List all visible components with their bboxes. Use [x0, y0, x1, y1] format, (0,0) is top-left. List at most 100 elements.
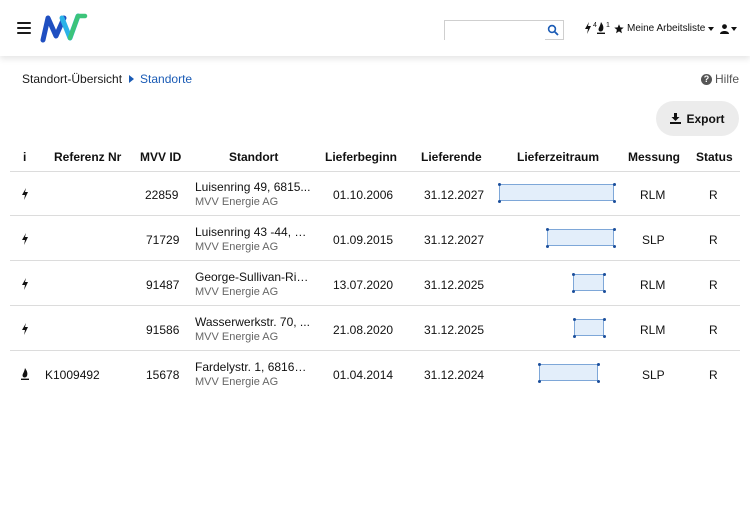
column-header-lieferende[interactable]: Lieferende	[421, 150, 482, 164]
flame-icon	[597, 22, 605, 34]
bar-corner-dot	[596, 379, 600, 383]
bar-corner-dot	[572, 334, 576, 338]
gas-indicator[interactable]: 1	[597, 22, 610, 36]
lightning-icon	[585, 22, 591, 34]
column-header-lieferzeitraum[interactable]: Lieferzeitraum	[517, 150, 599, 164]
row-divider	[10, 350, 740, 351]
breadcrumb-current[interactable]: Standorte	[140, 72, 192, 86]
column-header-standort[interactable]: Standort	[229, 150, 278, 164]
help-link[interactable]: ? Hilfe	[701, 72, 739, 86]
row-messung: SLP	[642, 233, 665, 247]
download-icon	[670, 113, 682, 124]
search-field	[444, 20, 564, 40]
user-menu[interactable]	[720, 24, 737, 34]
lieferzeitraum-bar	[574, 319, 604, 336]
row-messung: RLM	[640, 188, 666, 202]
bar-corner-dot	[537, 362, 541, 366]
chevron-right-icon	[129, 75, 135, 83]
column-header-lieferbeginn[interactable]: Lieferbeginn	[325, 150, 397, 164]
column-header-messung[interactable]: Messung	[628, 150, 680, 164]
row-lieferbeginn: 13.07.2020	[333, 278, 394, 292]
row-status: R	[709, 368, 718, 382]
bar-corner-dot	[612, 182, 616, 186]
lieferzeitraum-bar	[539, 364, 598, 381]
row-divider	[10, 215, 740, 216]
row-company: MVV Energie AG	[195, 286, 279, 298]
row-standort-address[interactable]: Fardelystr. 1, 68169 ...	[195, 360, 311, 374]
bar-corner-dot	[545, 244, 549, 248]
row-company: MVV Energie AG	[195, 196, 279, 208]
row-ref: K1009492	[45, 368, 100, 382]
bar-corner-dot	[571, 289, 575, 293]
row-standort-address[interactable]: Wasserwerkstr. 70, ...	[195, 315, 311, 329]
column-header-info[interactable]: i	[23, 150, 26, 164]
row-mvv-id: 71729	[146, 233, 180, 247]
row-company: MVV Energie AG	[195, 331, 279, 343]
row-lieferende: 31.12.2025	[424, 278, 485, 292]
row-standort-address[interactable]: Luisenring 43 -44, 6...	[195, 225, 311, 239]
top-navigation-bar: 4 1 Meine Arbeitsliste	[0, 0, 750, 56]
bar-corner-dot	[612, 199, 616, 203]
worklist-dropdown[interactable]: Meine Arbeitsliste	[614, 23, 715, 34]
column-header-ref[interactable]: Referenz Nr	[54, 150, 121, 164]
export-button[interactable]: Export	[656, 101, 739, 136]
bar-corner-dot	[545, 227, 549, 231]
row-divider	[10, 260, 740, 261]
worklist-label: Meine Arbeitsliste	[627, 23, 706, 34]
bar-corner-dot	[602, 289, 606, 293]
column-header-mvv-id[interactable]: MVV ID	[140, 150, 181, 164]
bar-corner-dot	[612, 244, 616, 248]
row-status: R	[709, 188, 718, 202]
lightning-icon	[22, 188, 28, 200]
lieferzeitraum-bar	[547, 229, 614, 246]
row-status: R	[709, 323, 718, 337]
bar-corner-dot	[602, 334, 606, 338]
breadcrumb: Standort-Übersicht Standorte	[22, 72, 192, 86]
lightning-icon	[22, 233, 28, 245]
star-icon	[614, 23, 624, 33]
chevron-down-icon	[708, 26, 715, 31]
lieferzeitraum-bar	[499, 184, 614, 201]
row-messung: SLP	[642, 368, 665, 382]
row-status: R	[709, 278, 718, 292]
row-lieferende: 31.12.2025	[424, 323, 485, 337]
row-divider	[10, 305, 740, 306]
menu-icon[interactable]	[17, 22, 31, 35]
row-company: MVV Energie AG	[195, 241, 279, 253]
row-messung: RLM	[640, 278, 666, 292]
strom-indicator[interactable]: 4	[584, 22, 597, 36]
bar-corner-dot	[571, 272, 575, 276]
bar-corner-dot	[537, 379, 541, 383]
row-lieferbeginn: 01.09.2015	[333, 233, 394, 247]
column-header-status[interactable]: Status	[696, 150, 733, 164]
flame-icon	[21, 368, 29, 380]
help-label: Hilfe	[715, 72, 740, 86]
gas-count: 1	[606, 22, 610, 29]
bar-corner-dot	[572, 317, 576, 321]
row-lieferbeginn: 01.10.2006	[333, 188, 394, 202]
row-status: R	[709, 233, 718, 247]
search-icon[interactable]	[547, 24, 559, 36]
export-label: Export	[686, 111, 725, 126]
lightning-icon	[22, 278, 28, 290]
chevron-down-icon	[731, 27, 737, 31]
row-mvv-id: 91487	[146, 278, 180, 292]
row-lieferende: 31.12.2027	[424, 188, 485, 202]
row-lieferbeginn: 21.08.2020	[333, 323, 394, 337]
row-lieferbeginn: 01.04.2014	[333, 368, 394, 382]
breadcrumb-root[interactable]: Standort-Übersicht	[22, 72, 122, 86]
bar-corner-dot	[612, 227, 616, 231]
row-standort-address[interactable]: Luisenring 49, 6815...	[195, 180, 311, 194]
lieferzeitraum-bar	[573, 274, 604, 291]
bar-corner-dot	[602, 272, 606, 276]
mvv-logo[interactable]	[40, 12, 88, 44]
bar-corner-dot	[596, 362, 600, 366]
user-icon	[720, 24, 729, 34]
search-input[interactable]	[445, 22, 545, 40]
row-company: MVV Energie AG	[195, 376, 279, 388]
row-standort-address[interactable]: George-Sullivan-Rin...	[195, 270, 311, 284]
row-lieferende: 31.12.2027	[424, 233, 485, 247]
header-divider	[10, 171, 740, 172]
row-lieferende: 31.12.2024	[424, 368, 485, 382]
bar-corner-dot	[497, 182, 501, 186]
